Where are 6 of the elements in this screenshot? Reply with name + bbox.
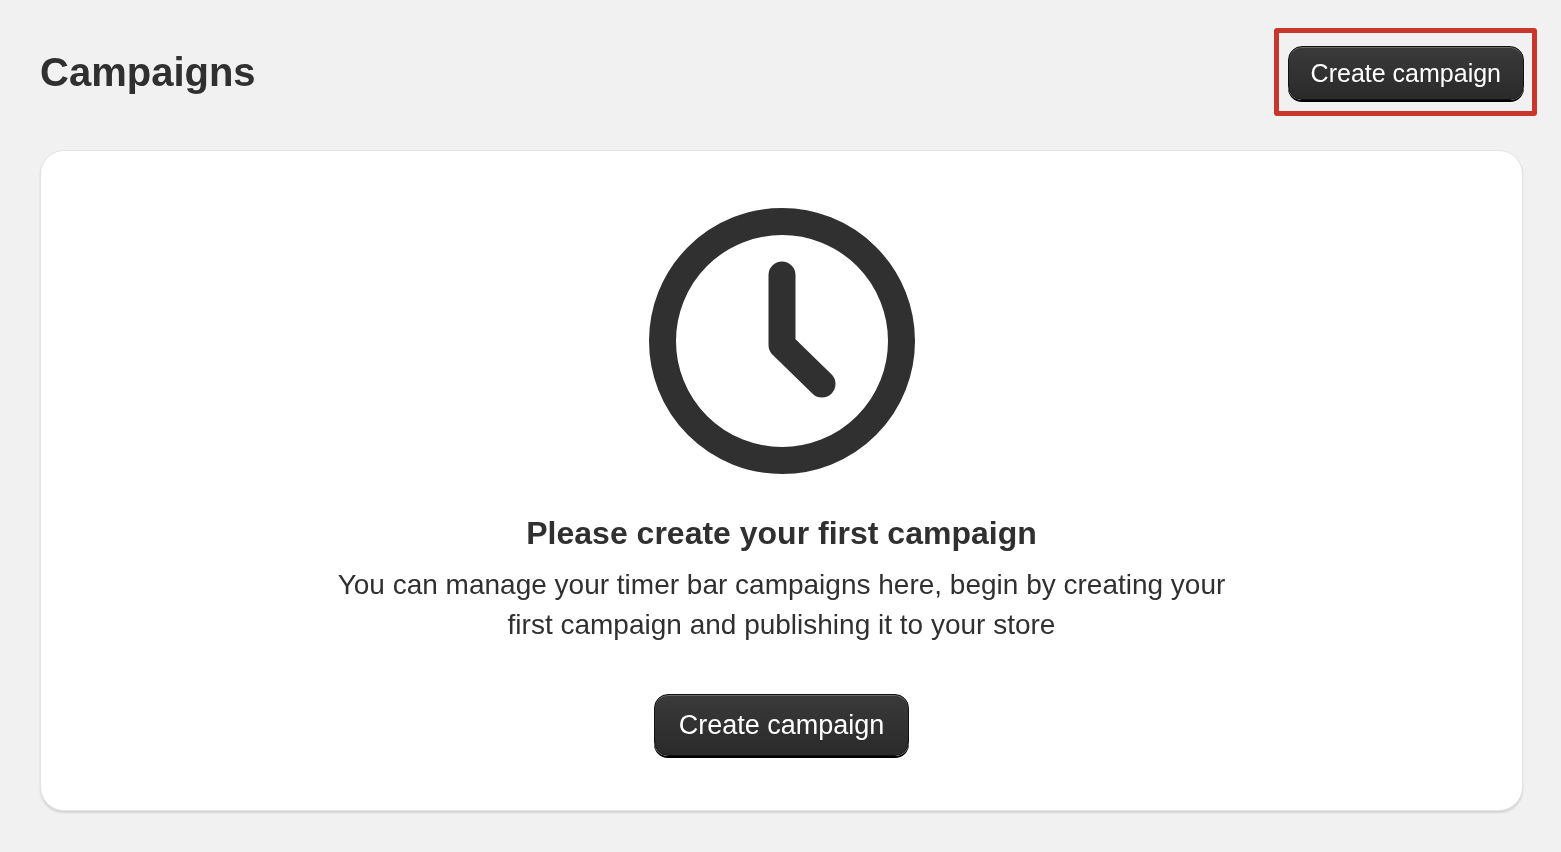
create-campaign-button[interactable]: Create campaign — [1287, 46, 1524, 100]
clock-icon — [648, 208, 915, 474]
create-campaign-button[interactable]: Create campaign — [653, 694, 910, 756]
empty-state-description: You can manage your timer bar campaigns here, begin by creating your first campaign and publishing it to your store — [336, 568, 1227, 642]
empty-state-heading: Please create your first campaign — [526, 515, 1037, 551]
page-title: Campaigns — [40, 49, 256, 95]
